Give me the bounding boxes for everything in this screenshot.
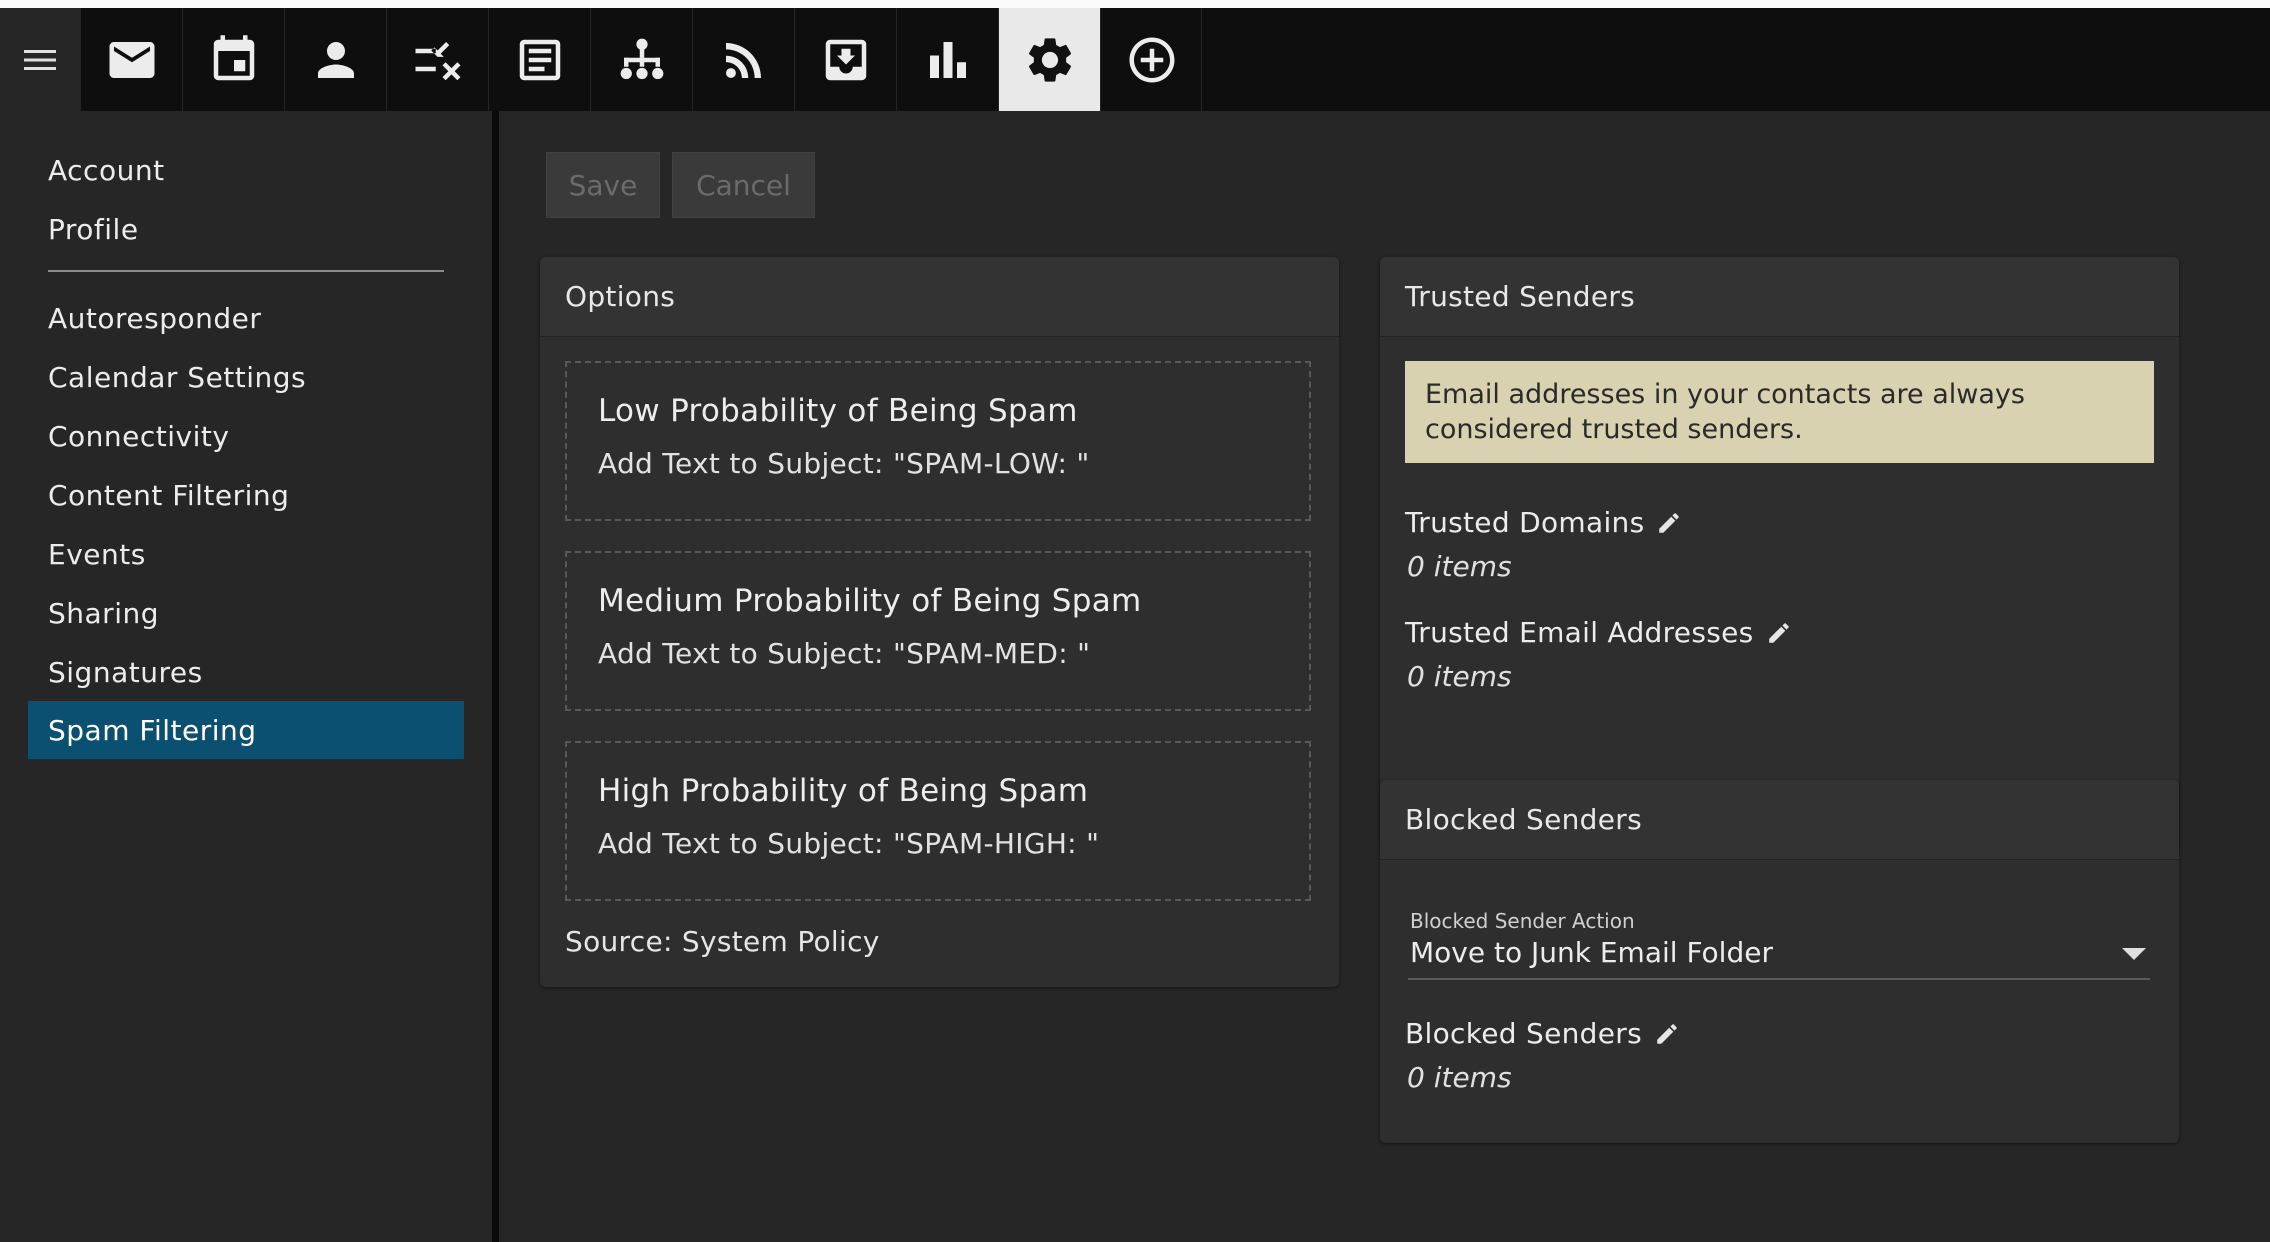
spam-high-option[interactable]: High Probability of Being Spam Add Text … bbox=[565, 741, 1311, 901]
spam-low-option[interactable]: Low Probability of Being Spam Add Text t… bbox=[565, 361, 1311, 521]
spam-medium-option[interactable]: Medium Probability of Being Spam Add Tex… bbox=[565, 551, 1311, 711]
sitemap-icon[interactable] bbox=[590, 8, 692, 111]
sidebar-item-autoresponder[interactable]: Autoresponder bbox=[28, 289, 464, 347]
sidebar-item-spam-filtering[interactable]: Spam Filtering bbox=[28, 701, 464, 759]
save-button[interactable]: Save bbox=[546, 152, 660, 218]
spam-high-subject: Add Text to Subject: "SPAM-HIGH: " bbox=[598, 827, 1100, 860]
options-card-header: Options bbox=[540, 257, 1339, 337]
spam-low-title: Low Probability of Being Spam bbox=[598, 393, 1078, 429]
blocked-senders-card: Blocked Senders Blocked Sender Action Mo… bbox=[1380, 780, 2179, 1143]
dropdown-caret-icon bbox=[2122, 948, 2146, 960]
blocked-senders-header: Blocked Senders bbox=[1380, 780, 2179, 860]
trusted-emails-label: Trusted Email Addresses bbox=[1405, 616, 1792, 649]
blocked-senders-list-label: Blocked Senders bbox=[1405, 1017, 1680, 1050]
edit-blocked-senders-pencil-icon[interactable] bbox=[1654, 1021, 1680, 1047]
top-toolbar bbox=[0, 8, 2270, 111]
spam-filtering-panel: Save Cancel Options Low Probability of B… bbox=[499, 111, 2270, 1242]
hamburger-menu-icon[interactable] bbox=[0, 8, 80, 111]
trusted-emails-count: 0 items bbox=[1407, 660, 1512, 693]
options-card: Options Low Probability of Being Spam Ad… bbox=[540, 257, 1339, 987]
reports-chart-icon[interactable] bbox=[896, 8, 998, 111]
sidebar-item-content-filtering[interactable]: Content Filtering bbox=[28, 466, 464, 524]
sidebar-item-account[interactable]: Account bbox=[28, 141, 464, 199]
sidebar-item-events[interactable]: Events bbox=[28, 525, 464, 583]
trusted-emails-text: Trusted Email Addresses bbox=[1405, 616, 1754, 649]
blocked-action-value: Move to Junk Email Folder bbox=[1410, 936, 1773, 969]
sidebar-item-connectivity[interactable]: Connectivity bbox=[28, 407, 464, 465]
mail-icon[interactable] bbox=[80, 8, 182, 111]
notes-icon[interactable] bbox=[488, 8, 590, 111]
spam-medium-subject: Add Text to Subject: "SPAM-MED: " bbox=[598, 637, 1091, 670]
blocked-action-select[interactable]: Move to Junk Email Folder bbox=[1408, 930, 2150, 980]
contacts-icon[interactable] bbox=[284, 8, 386, 111]
sidebar-separator bbox=[492, 111, 499, 1242]
spam-low-subject: Add Text to Subject: "SPAM-LOW: " bbox=[598, 447, 1090, 480]
tasks-icon[interactable] bbox=[386, 8, 488, 111]
settings-sidebar: Account Profile Autoresponder Calendar S… bbox=[0, 111, 492, 1242]
sidebar-item-calendar-settings[interactable]: Calendar Settings bbox=[28, 348, 464, 406]
cancel-button[interactable]: Cancel bbox=[672, 152, 815, 218]
spam-high-title: High Probability of Being Spam bbox=[598, 773, 1089, 809]
policy-source-text: Source: System Policy bbox=[565, 925, 880, 958]
sidebar-item-profile[interactable]: Profile bbox=[28, 200, 464, 258]
edit-trusted-domains-pencil-icon[interactable] bbox=[1656, 510, 1682, 536]
calendar-icon[interactable] bbox=[182, 8, 284, 111]
trusted-domains-count: 0 items bbox=[1407, 550, 1512, 583]
add-circle-icon[interactable] bbox=[1100, 8, 1202, 111]
sidebar-item-signatures[interactable]: Signatures bbox=[28, 643, 464, 701]
trusted-domains-text: Trusted Domains bbox=[1405, 506, 1645, 539]
toolbar-end-divider bbox=[1201, 8, 1202, 111]
window-top-strip bbox=[0, 0, 2270, 8]
rss-icon[interactable] bbox=[692, 8, 794, 111]
trusted-senders-info-note: Email addresses in your contacts are alw… bbox=[1405, 361, 2154, 463]
spam-medium-title: Medium Probability of Being Spam bbox=[598, 583, 1142, 619]
archive-download-icon[interactable] bbox=[794, 8, 896, 111]
edit-trusted-emails-pencil-icon[interactable] bbox=[1766, 620, 1792, 646]
blocked-senders-list-text: Blocked Senders bbox=[1405, 1017, 1642, 1050]
sidebar-item-sharing[interactable]: Sharing bbox=[28, 584, 464, 642]
sidebar-divider bbox=[48, 270, 444, 272]
blocked-senders-count: 0 items bbox=[1407, 1061, 1512, 1094]
settings-gear-icon[interactable] bbox=[998, 8, 1100, 111]
trusted-senders-header: Trusted Senders bbox=[1380, 257, 2179, 337]
trusted-senders-card: Trusted Senders Email addresses in your … bbox=[1380, 257, 2179, 849]
trusted-domains-label: Trusted Domains bbox=[1405, 506, 1682, 539]
